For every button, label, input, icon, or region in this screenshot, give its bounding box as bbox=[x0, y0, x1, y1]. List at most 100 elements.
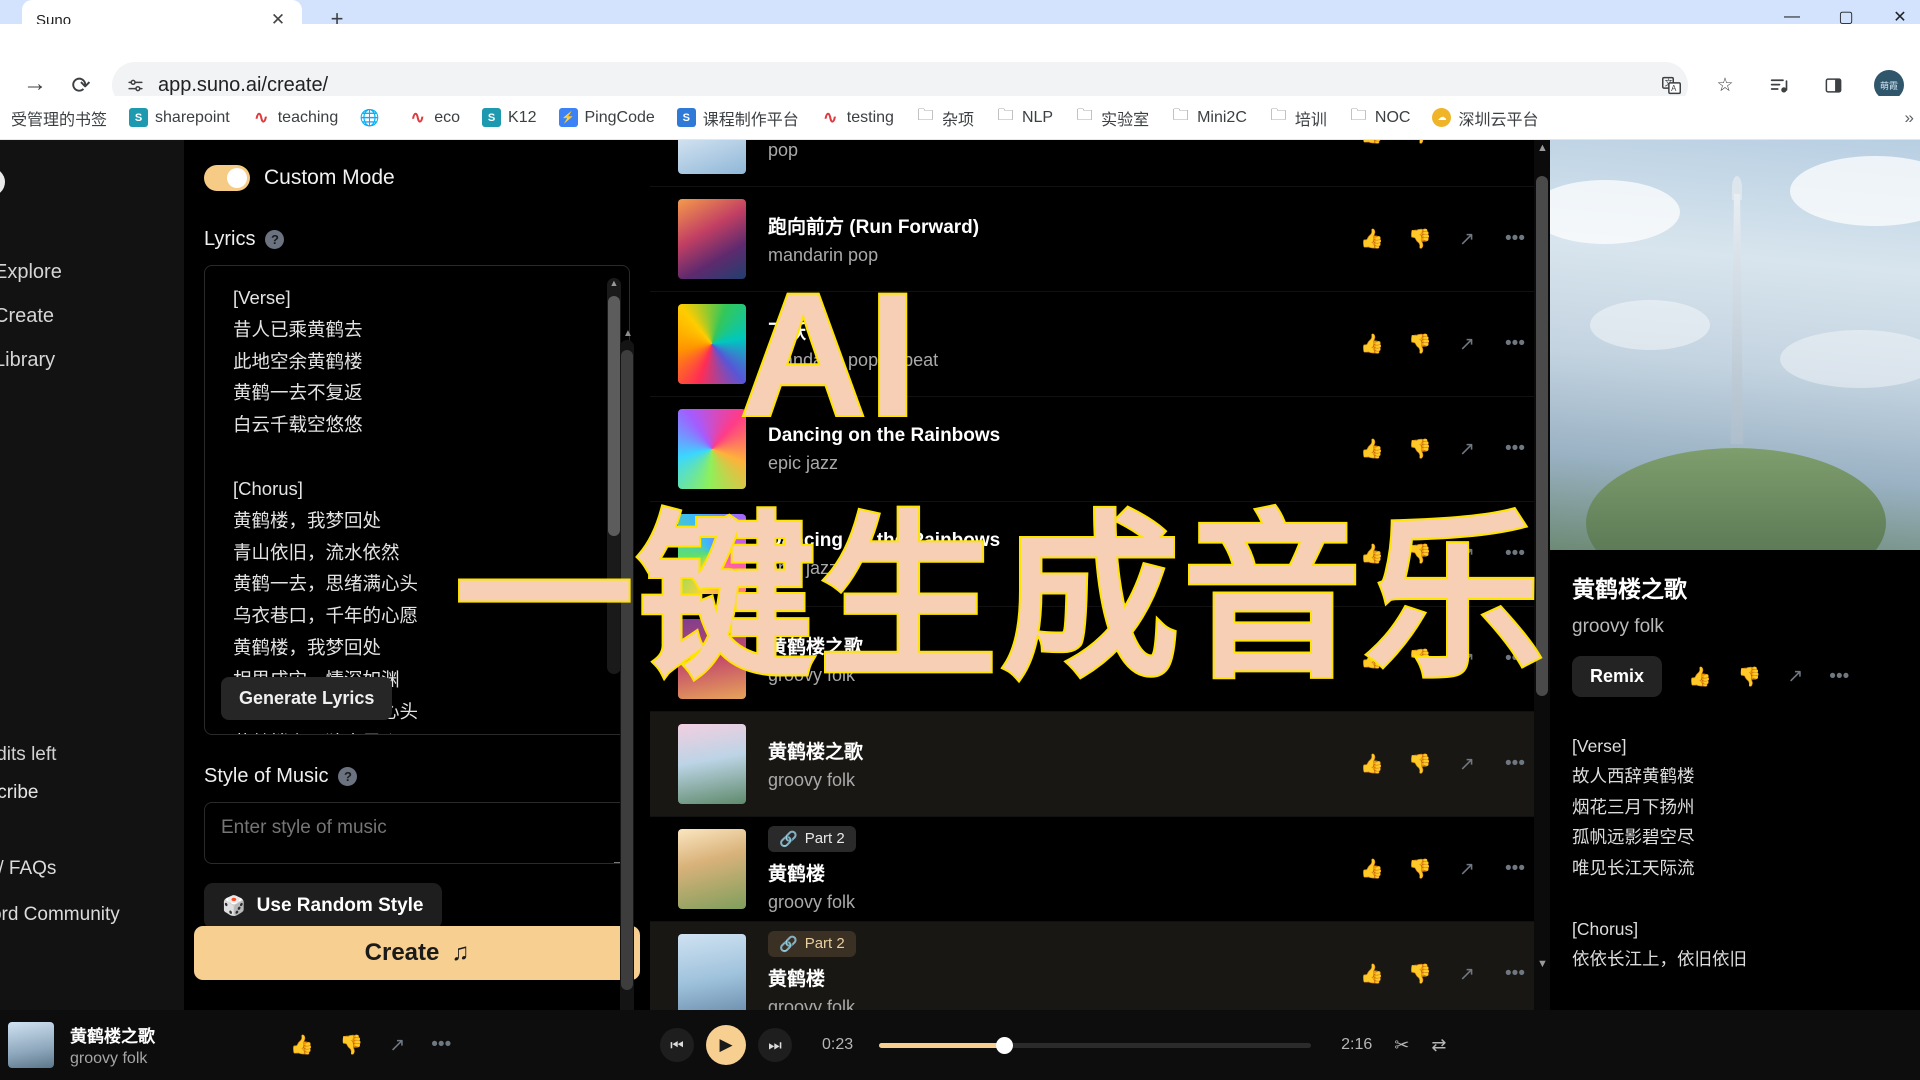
site-settings-icon[interactable] bbox=[112, 76, 158, 95]
share-icon[interactable]: ↗ bbox=[1456, 140, 1478, 146]
sidebar-item-explore[interactable]: ◎ Explore bbox=[0, 250, 184, 294]
bookmark-star-icon[interactable]: ☆ bbox=[1712, 72, 1738, 98]
scroll-up-icon[interactable]: ▲ bbox=[609, 278, 619, 288]
thumbs-down-icon[interactable]: 👎 bbox=[1408, 227, 1432, 251]
thumbs-up-icon[interactable]: 👍 bbox=[1360, 752, 1384, 776]
share-icon[interactable]: ↗ bbox=[1456, 228, 1478, 251]
bookmark-item[interactable]: S K12 bbox=[475, 104, 543, 131]
bookmark-item[interactable]: Ssharepoint bbox=[122, 104, 237, 131]
scrollbar-thumb[interactable] bbox=[621, 350, 633, 990]
custom-mode-toggle[interactable] bbox=[204, 165, 250, 191]
sidebar-item-library[interactable]: ▤ Library bbox=[0, 338, 184, 382]
more-options-icon[interactable]: ••• bbox=[1504, 753, 1526, 775]
scroll-down-icon[interactable]: ▼ bbox=[1537, 958, 1548, 970]
more-options-icon[interactable]: ••• bbox=[1504, 438, 1526, 460]
song-list-item[interactable]: 黄鹤楼之歌 groovy folk 👍 👎 ↗ ••• bbox=[650, 712, 1550, 817]
thumbs-down-icon[interactable]: 👎 bbox=[1408, 542, 1432, 566]
sidebar-item-create[interactable]: ⊕ Create bbox=[0, 294, 184, 338]
generate-lyrics-button[interactable]: Generate Lyrics bbox=[221, 677, 393, 720]
bookmark-item[interactable]: ∿ teaching bbox=[245, 104, 346, 131]
song-cover-art[interactable] bbox=[678, 199, 746, 279]
bookmark-item[interactable]: 🌐 bbox=[353, 104, 393, 131]
thumbs-down-icon[interactable]: 👎 bbox=[1408, 857, 1432, 881]
bookmark-item[interactable]: ∿ testing bbox=[814, 104, 901, 131]
suno-logo-icon[interactable] bbox=[0, 154, 184, 224]
scroll-up-icon[interactable]: ▲ bbox=[623, 328, 633, 339]
song-cover-art[interactable] bbox=[678, 140, 746, 174]
bookmark-item[interactable]: ∿ eco bbox=[401, 104, 467, 131]
play-icon[interactable]: ▶ bbox=[706, 1025, 746, 1065]
share-icon[interactable]: ↗ bbox=[1787, 665, 1803, 688]
thumbs-up-icon[interactable]: 👍 bbox=[1360, 542, 1384, 566]
bookmark-item[interactable]: 🗀 NOC bbox=[1342, 104, 1418, 131]
lyrics-scrollbar[interactable]: ▲ bbox=[607, 278, 621, 674]
more-options-icon[interactable]: ••• bbox=[1504, 333, 1526, 355]
question-mark-icon[interactable]: ? bbox=[265, 230, 285, 249]
lyrics-textarea[interactable]: [Verse] 昔人已乘黄鹤去 此地空余黄鹤楼 黄鹤一去不复返 白云千载空悠悠 … bbox=[204, 265, 630, 735]
shuffle-icon[interactable]: ✂ bbox=[1394, 1035, 1409, 1056]
bookmark-item[interactable]: 受管理的书签 bbox=[4, 102, 114, 134]
create-panel-scrollbar[interactable]: ▲ ▼ bbox=[620, 328, 634, 1010]
more-options-icon[interactable]: ••• bbox=[1504, 228, 1526, 250]
thumbs-up-icon[interactable]: 👍 bbox=[1360, 227, 1384, 251]
scroll-up-icon[interactable]: ▲ bbox=[1537, 142, 1548, 154]
share-icon[interactable]: ↗ bbox=[389, 1034, 405, 1057]
bookmark-item[interactable]: S 课程制作平台 bbox=[670, 102, 806, 134]
song-list-item[interactable]: 🔗 Part 2 黄鹤楼 groovy folk 👍 👎 ↗ ••• bbox=[650, 922, 1550, 1010]
share-icon[interactable]: ↗ bbox=[1456, 648, 1478, 671]
song-list-item[interactable]: Dancing on the Rainbows epic jazz 👍 👎 ↗ ••• bbox=[650, 502, 1550, 607]
thumbs-up-icon[interactable]: 👍 bbox=[1360, 437, 1384, 461]
repeat-icon[interactable]: ⇄ bbox=[1431, 1035, 1446, 1056]
share-icon[interactable]: ↗ bbox=[1456, 333, 1478, 356]
translate-icon[interactable]: 文 A bbox=[1658, 72, 1684, 98]
thumbs-down-icon[interactable]: 👎 bbox=[340, 1033, 364, 1057]
more-options-icon[interactable]: ••• bbox=[1504, 543, 1526, 565]
song-cover-art[interactable] bbox=[678, 619, 746, 699]
song-list-item[interactable]: 🔗 Part 2 黄鹤楼 groovy folk 👍 👎 ↗ ••• bbox=[650, 817, 1550, 922]
thumbs-down-icon[interactable]: 👎 bbox=[1408, 332, 1432, 356]
share-icon[interactable]: ↗ bbox=[1456, 438, 1478, 461]
song-cover-art[interactable] bbox=[678, 934, 746, 1010]
side-panel-icon[interactable] bbox=[1820, 72, 1846, 98]
subscribe-link[interactable]: Subscribe bbox=[0, 782, 184, 804]
thumbs-down-icon[interactable]: 👎 bbox=[1408, 647, 1432, 671]
discord-community-link[interactable]: Discord Community bbox=[0, 904, 184, 926]
skip-previous-icon[interactable]: ⏮ bbox=[660, 1028, 694, 1062]
thumbs-up-icon[interactable]: 👍 bbox=[1360, 962, 1384, 986]
song-list-scrollbar[interactable]: ▲ ▼ bbox=[1534, 140, 1550, 1010]
share-icon[interactable]: ↗ bbox=[1456, 753, 1478, 776]
song-cover-art[interactable] bbox=[678, 724, 746, 804]
media-control-icon[interactable] bbox=[1766, 72, 1792, 98]
song-list-item[interactable]: 飞跃 mandarin pop upbeat 👍 👎 ↗ ••• bbox=[650, 292, 1550, 397]
thumbs-up-icon[interactable]: 👍 bbox=[290, 1033, 314, 1057]
thumbs-up-icon[interactable]: 👍 bbox=[1360, 140, 1384, 146]
bookmark-item[interactable]: 🗀 杂项 bbox=[909, 102, 981, 134]
thumbs-up-icon[interactable]: 👍 bbox=[1360, 857, 1384, 881]
song-list-item[interactable]: 长江之水流向何方 (The Flow of the Yangtze River)… bbox=[650, 140, 1550, 187]
song-cover-art[interactable] bbox=[678, 304, 746, 384]
song-list-item[interactable]: 黄鹤楼之歌 groovy folk 👍 👎 ↗ ••• bbox=[650, 607, 1550, 712]
thumbs-down-icon[interactable]: 👎 bbox=[1738, 665, 1762, 689]
more-options-icon[interactable]: ••• bbox=[1829, 666, 1849, 688]
more-options-icon[interactable]: ••• bbox=[1504, 858, 1526, 880]
progress-knob[interactable] bbox=[995, 1036, 1013, 1054]
progress-slider[interactable] bbox=[879, 1036, 1312, 1054]
bookmark-item[interactable]: 🗀 实验室 bbox=[1068, 102, 1156, 134]
bookmark-item[interactable]: 🗀 培训 bbox=[1262, 102, 1334, 134]
song-cover-art[interactable] bbox=[678, 409, 746, 489]
scrollbar-thumb[interactable] bbox=[608, 296, 620, 536]
question-mark-icon[interactable]: ? bbox=[338, 767, 358, 786]
share-icon[interactable]: ↗ bbox=[1456, 858, 1478, 881]
style-of-music-input[interactable] bbox=[204, 802, 630, 864]
thumbs-up-icon[interactable]: 👍 bbox=[1688, 665, 1712, 689]
bookmark-item[interactable]: 🗀 Mini2C bbox=[1164, 104, 1254, 131]
more-options-icon[interactable]: ••• bbox=[1504, 648, 1526, 670]
use-random-style-button[interactable]: 🎲 Use Random Style bbox=[204, 883, 442, 929]
bookmark-item[interactable]: ⚡ PingCode bbox=[552, 104, 662, 131]
song-cover-art[interactable] bbox=[678, 829, 746, 909]
remix-button[interactable]: Remix bbox=[1572, 656, 1663, 697]
song-list-item[interactable]: Dancing on the Rainbows epic jazz 👍 👎 ↗ ••• bbox=[650, 397, 1550, 502]
scrollbar-thumb[interactable] bbox=[1536, 176, 1548, 696]
thumbs-down-icon[interactable]: 👎 bbox=[1408, 140, 1432, 146]
thumbs-down-icon[interactable]: 👎 bbox=[1408, 962, 1432, 986]
